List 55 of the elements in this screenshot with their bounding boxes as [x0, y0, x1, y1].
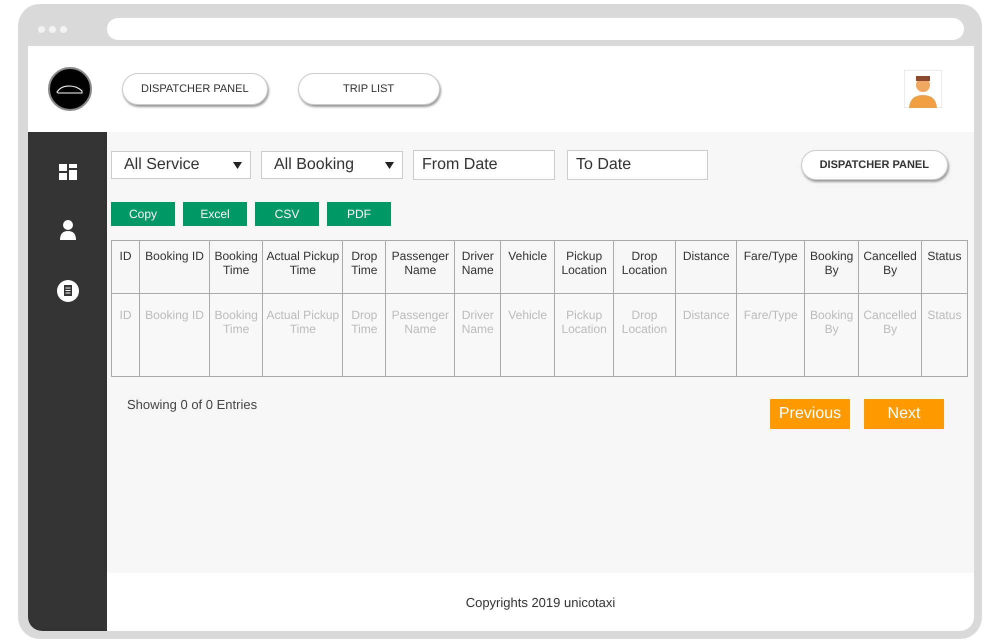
table-cell: ID	[112, 294, 140, 376]
service-dropdown[interactable]: All Service	[111, 151, 251, 179]
entries-info: Showing 0 of 0 Entries	[127, 397, 258, 412]
table-cell: Cancelled By	[858, 294, 922, 376]
column-header: Actual Pickup Time	[262, 240, 343, 294]
column-header: ID	[112, 240, 140, 294]
to-date-field[interactable]: To Date	[567, 150, 708, 180]
column-header: Distance	[675, 240, 737, 294]
pagination-button[interactable]: Previous	[770, 399, 850, 429]
column-header: Driver Name	[454, 240, 501, 294]
column-header: Booking Time	[209, 240, 263, 294]
table-cell: Status	[921, 294, 968, 376]
table-cell: Drop Time	[342, 294, 386, 376]
table-cell: Fare/Type	[736, 294, 805, 376]
column-header: Pickup Location	[554, 240, 614, 294]
column-header: Fare/Type	[736, 240, 805, 294]
table-cell: Passenger Name	[386, 294, 455, 376]
caret-icon	[233, 162, 242, 168]
window-dot	[60, 26, 67, 32]
table-cell: Booking ID	[140, 294, 210, 376]
from-date-field[interactable]: From Date	[413, 150, 555, 180]
table-cell: Booking Time	[209, 294, 263, 376]
column-header: Drop Location	[613, 240, 676, 294]
dashboard-icon[interactable]	[58, 164, 76, 180]
table-cell: Distance	[675, 294, 737, 376]
pagination-button[interactable]: Next	[864, 399, 944, 429]
user-icon[interactable]	[60, 220, 76, 240]
column-header: Passenger Name	[386, 240, 455, 294]
column-header: Drop Time	[342, 240, 386, 294]
column-header: Vehicle	[500, 240, 555, 294]
table-cell: Drop Location	[613, 294, 676, 376]
column-header: Cancelled By	[858, 240, 922, 294]
booking-dropdown[interactable]: All Booking	[261, 151, 403, 179]
table-cell: Pickup Location	[554, 294, 614, 376]
table-cell: Vehicle	[500, 294, 555, 376]
copyright-text: Copyrights 2019 unicotaxi	[464, 594, 616, 612]
nav-button[interactable]: TRIP LIST	[298, 73, 440, 105]
nav-button[interactable]: DISPATCHER PANEL	[122, 73, 268, 105]
column-header: Booking By	[804, 240, 859, 294]
avatar-icon[interactable]	[904, 70, 942, 108]
export-button[interactable]: PDF	[327, 202, 391, 226]
dispatcher-panel-button[interactable]: DISPATCHER PANEL	[800, 150, 948, 180]
caret-icon	[385, 162, 394, 168]
export-button[interactable]: CSV	[255, 202, 319, 226]
window-dot	[38, 26, 45, 32]
column-header: Booking ID	[140, 240, 210, 294]
table-cell: Booking By	[804, 294, 859, 376]
column-header: Status	[921, 240, 968, 294]
table-cell: Driver Name	[454, 294, 501, 376]
export-button[interactable]: Excel	[183, 202, 247, 226]
document-icon[interactable]	[56, 280, 78, 302]
window-dot	[49, 26, 56, 32]
export-button[interactable]: Copy	[111, 202, 175, 226]
table-cell: Actual Pickup Time	[262, 294, 343, 376]
taxi-logo-icon	[48, 67, 92, 111]
